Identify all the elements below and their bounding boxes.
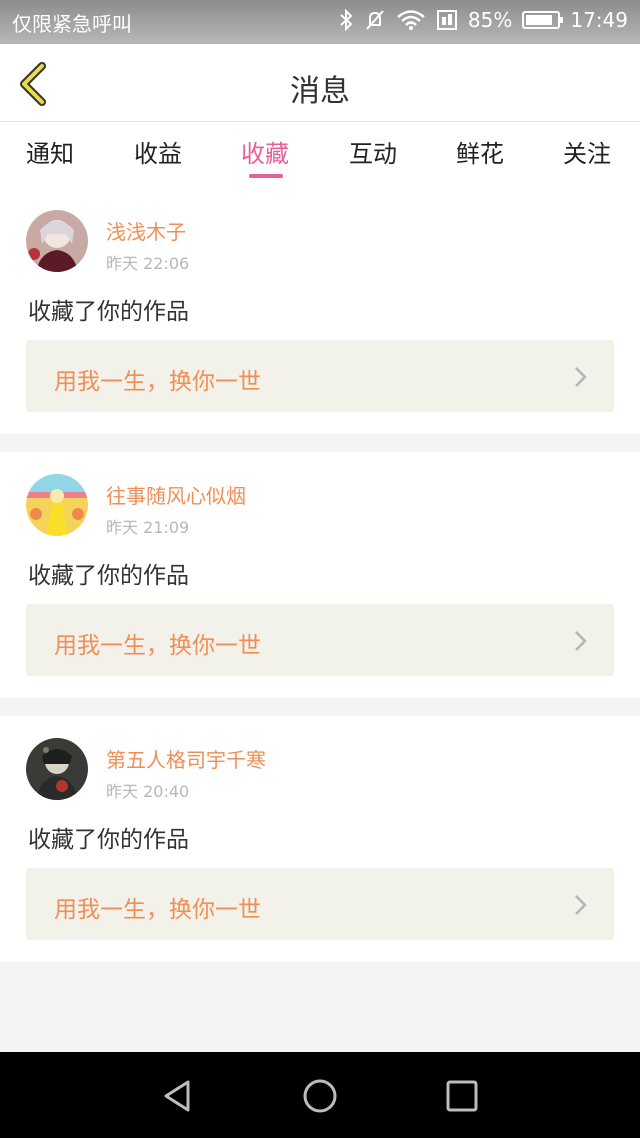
message-card: 浅浅木子 昨天 22:06 收藏了你的作品 用我一生，换你一世 xyxy=(0,188,640,434)
chevron-right-icon xyxy=(575,895,587,915)
bluetooth-icon xyxy=(340,9,353,31)
recents-square-icon[interactable] xyxy=(442,1076,482,1116)
status-icons: 85% 17:49 xyxy=(338,8,628,32)
work-link[interactable]: 用我一生，换你一世 xyxy=(26,868,614,940)
mute-icon xyxy=(366,10,384,30)
username[interactable]: 第五人格司宇千寒 xyxy=(106,744,266,773)
tab-following[interactable]: 关注 xyxy=(563,134,611,169)
battery-icon xyxy=(522,11,564,29)
message-card: 第五人格司宇千寒 昨天 20:40 收藏了你的作品 用我一生，换你一世 xyxy=(0,716,640,962)
wifi-icon xyxy=(397,10,425,30)
work-title: 用我一生，换你一世 xyxy=(54,369,261,395)
message-card: 往事随风心似烟 昨天 21:09 收藏了你的作品 用我一生，换你一世 xyxy=(0,452,640,698)
page-title: 消息 xyxy=(290,74,350,109)
timestamp: 昨天 20:40 xyxy=(106,782,190,801)
carrier-text: 仅限紧急呼叫 xyxy=(12,12,132,36)
sim-icon xyxy=(436,10,457,30)
status-bar: 仅限紧急呼叫 85% 17:49 xyxy=(0,0,640,44)
work-link[interactable]: 用我一生，换你一世 xyxy=(26,604,614,676)
work-title: 用我一生，换你一世 xyxy=(54,897,261,923)
work-link[interactable]: 用我一生，换你一世 xyxy=(26,340,614,412)
page-header: 消息 xyxy=(0,44,640,122)
username[interactable]: 浅浅木子 xyxy=(106,216,186,245)
avatar[interactable] xyxy=(26,738,88,800)
tab-earnings[interactable]: 收益 xyxy=(134,134,182,169)
chevron-right-icon xyxy=(575,631,587,651)
back-triangle-icon[interactable] xyxy=(158,1076,198,1116)
home-circle-icon[interactable] xyxy=(300,1076,340,1116)
work-title: 用我一生，换你一世 xyxy=(54,633,261,659)
tab-flowers[interactable]: 鲜花 xyxy=(456,134,504,169)
action-text: 收藏了你的作品 xyxy=(28,299,189,325)
timestamp: 昨天 21:09 xyxy=(106,518,190,537)
chevron-right-icon xyxy=(575,367,587,387)
system-nav-bar xyxy=(0,1052,640,1138)
action-text: 收藏了你的作品 xyxy=(28,827,189,853)
avatar[interactable] xyxy=(26,474,88,536)
tab-favorites[interactable]: 收藏 xyxy=(241,134,289,169)
tab-notifications[interactable]: 通知 xyxy=(26,134,74,169)
tab-interactions[interactable]: 互动 xyxy=(349,134,397,169)
clock: 17:49 xyxy=(570,8,628,32)
tab-bar: 通知 收益 收藏 互动 鲜花 关注 xyxy=(0,122,640,188)
battery-percent: 85% xyxy=(467,8,513,32)
timestamp: 昨天 22:06 xyxy=(106,254,190,273)
action-text: 收藏了你的作品 xyxy=(28,563,189,589)
avatar[interactable] xyxy=(26,210,88,272)
username[interactable]: 往事随风心似烟 xyxy=(106,480,246,509)
active-tab-indicator xyxy=(249,174,283,178)
